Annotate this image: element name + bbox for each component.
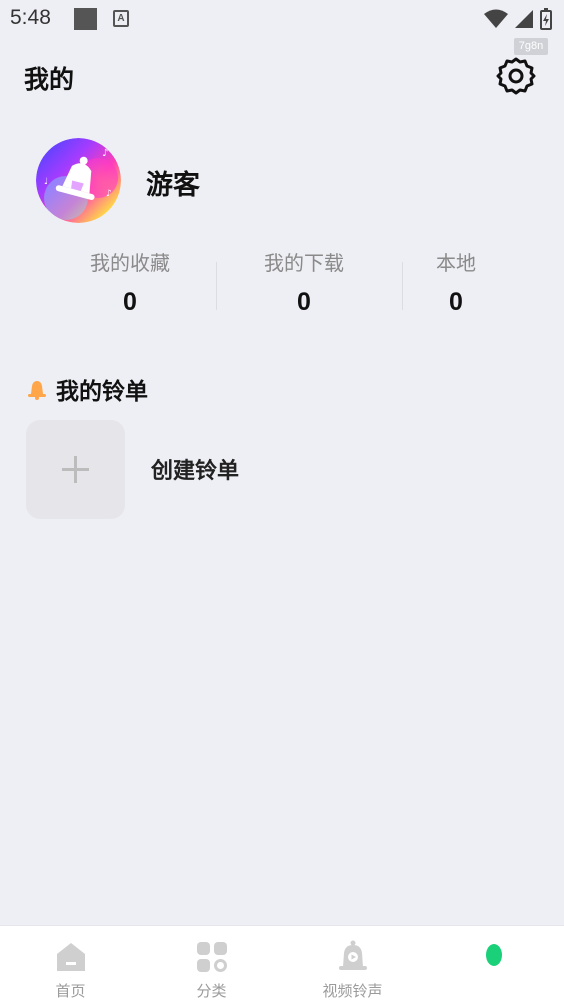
gear-icon[interactable] [496, 56, 536, 96]
bell-icon [28, 381, 46, 400]
page-title: 我的 [24, 65, 75, 94]
battery-icon [540, 8, 552, 30]
nav-label: 分类 [196, 982, 227, 1000]
status-right [484, 8, 552, 30]
mine-dot-icon [485, 944, 502, 966]
nav-home[interactable]: 首页 [0, 926, 141, 1004]
plus-icon [62, 456, 89, 483]
stat-label: 我的下载 [264, 251, 344, 275]
nav-label: 首页 [55, 982, 86, 1000]
username[interactable]: 游客 [146, 163, 200, 202]
section-title: 我的铃单 [56, 379, 148, 405]
divider [216, 262, 217, 310]
status-time: 5:48 [10, 6, 51, 29]
create-list-label[interactable]: 创建铃单 [151, 453, 239, 485]
debug-tag: 7g8n [514, 38, 548, 55]
video-bell-icon [338, 940, 367, 970]
wifi-icon [484, 9, 508, 28]
stat-value: 0 [449, 288, 463, 316]
nav-category[interactable]: 分类 [141, 926, 282, 1004]
home-icon [56, 943, 85, 971]
section-header: 我的铃单 [26, 373, 148, 405]
svg-text:♩: ♩ [44, 177, 48, 187]
notification-square-icon [74, 8, 97, 30]
nav-video-ringtone[interactable]: 视频铃声 [282, 926, 423, 1004]
signal-icon [515, 10, 533, 28]
stat-value: 0 [297, 288, 311, 316]
stat-local[interactable]: 本地 0 [396, 248, 516, 317]
status-bar: 5:48 A [0, 0, 564, 38]
stat-downloads[interactable]: 我的下载 0 [244, 248, 364, 317]
svg-text:♪: ♪ [102, 148, 108, 159]
create-list-button[interactable] [26, 420, 125, 519]
stat-label: 我的收藏 [90, 251, 170, 275]
avatar[interactable]: ♪ ♩ ♪ [36, 138, 121, 223]
stat-favorites[interactable]: 我的收藏 0 [70, 248, 190, 317]
stat-label: 本地 [436, 251, 476, 275]
category-icon [196, 942, 227, 972]
nav-mine[interactable] [423, 926, 564, 1004]
bottom-nav: 首页 分类 视频铃声 [0, 925, 564, 1004]
font-a-icon: A [113, 10, 129, 27]
stat-value: 0 [123, 288, 137, 316]
svg-text:♪: ♪ [106, 189, 112, 199]
nav-label: 视频铃声 [322, 982, 383, 1000]
